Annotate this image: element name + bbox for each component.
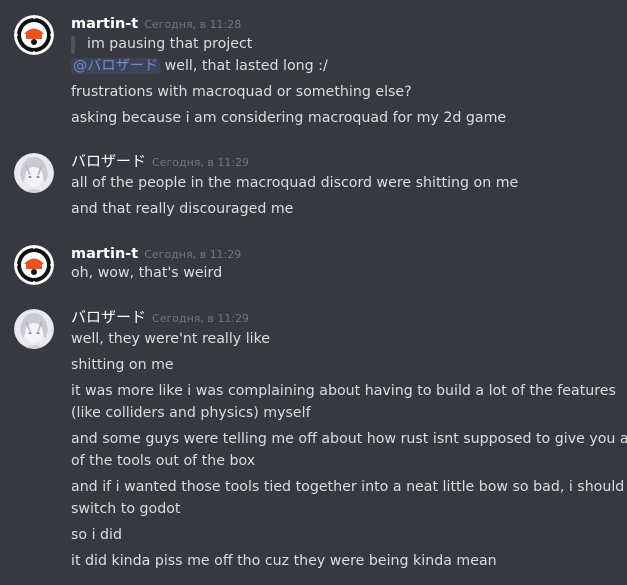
quote-text: im pausing that project	[87, 36, 253, 52]
message-line: of the tools out of the box	[71, 453, 256, 469]
timestamp[interactable]: Сегодня, в 11:28	[144, 18, 241, 31]
user-mention[interactable]: @バロザード	[71, 58, 161, 74]
message-line: it was more like i was complaining about…	[71, 383, 616, 399]
timestamp[interactable]: Сегодня, в 11:29	[152, 312, 249, 325]
message-line: well, they were'nt really like	[71, 331, 271, 347]
message-line: (like colliders and physics) myself	[71, 405, 311, 421]
message-line: all of the people in the macroquad disco…	[71, 175, 519, 191]
message-line: shitting on me	[71, 357, 174, 373]
message-header: martin-t Сегодня, в 11:28	[71, 13, 241, 33]
message-line: and if i wanted those tools tied togethe…	[71, 479, 625, 495]
message-header: バロザード Сегодня, в 11:29	[71, 151, 249, 171]
message-line: it did kinda piss me off tho cuz they we…	[71, 553, 497, 569]
message-line: and that really discouraged me	[71, 201, 294, 217]
message-header: バロザード Сегодня, в 11:29	[71, 307, 249, 327]
message-line: and some guys were telling me off about …	[71, 431, 627, 447]
username[interactable]: バロザード	[71, 152, 146, 170]
message-line: @バロザード well, that lasted long :/	[71, 56, 328, 76]
avatar-martin-t[interactable]	[14, 15, 54, 55]
quote-bar	[71, 36, 75, 54]
message-header: martin-t Сегодня, в 11:29	[71, 243, 241, 263]
message-line: asking because i am considering macroqua…	[71, 110, 507, 126]
message-line: frustrations with macroquad or something…	[71, 84, 412, 100]
message-line: oh, wow, that's weird	[71, 265, 223, 281]
message-text: well, that lasted long :/	[160, 58, 328, 74]
timestamp[interactable]: Сегодня, в 11:29	[144, 248, 241, 261]
avatar-barozado[interactable]	[14, 309, 54, 349]
message-line: so i did	[71, 527, 122, 543]
username[interactable]: martin-t	[71, 246, 138, 262]
username[interactable]: martin-t	[71, 16, 138, 32]
message-line: switch to godot	[71, 501, 181, 517]
timestamp[interactable]: Сегодня, в 11:29	[152, 156, 249, 169]
avatar-martin-t[interactable]	[14, 245, 54, 285]
username[interactable]: バロザード	[71, 308, 146, 326]
avatar-barozado[interactable]	[14, 153, 54, 193]
